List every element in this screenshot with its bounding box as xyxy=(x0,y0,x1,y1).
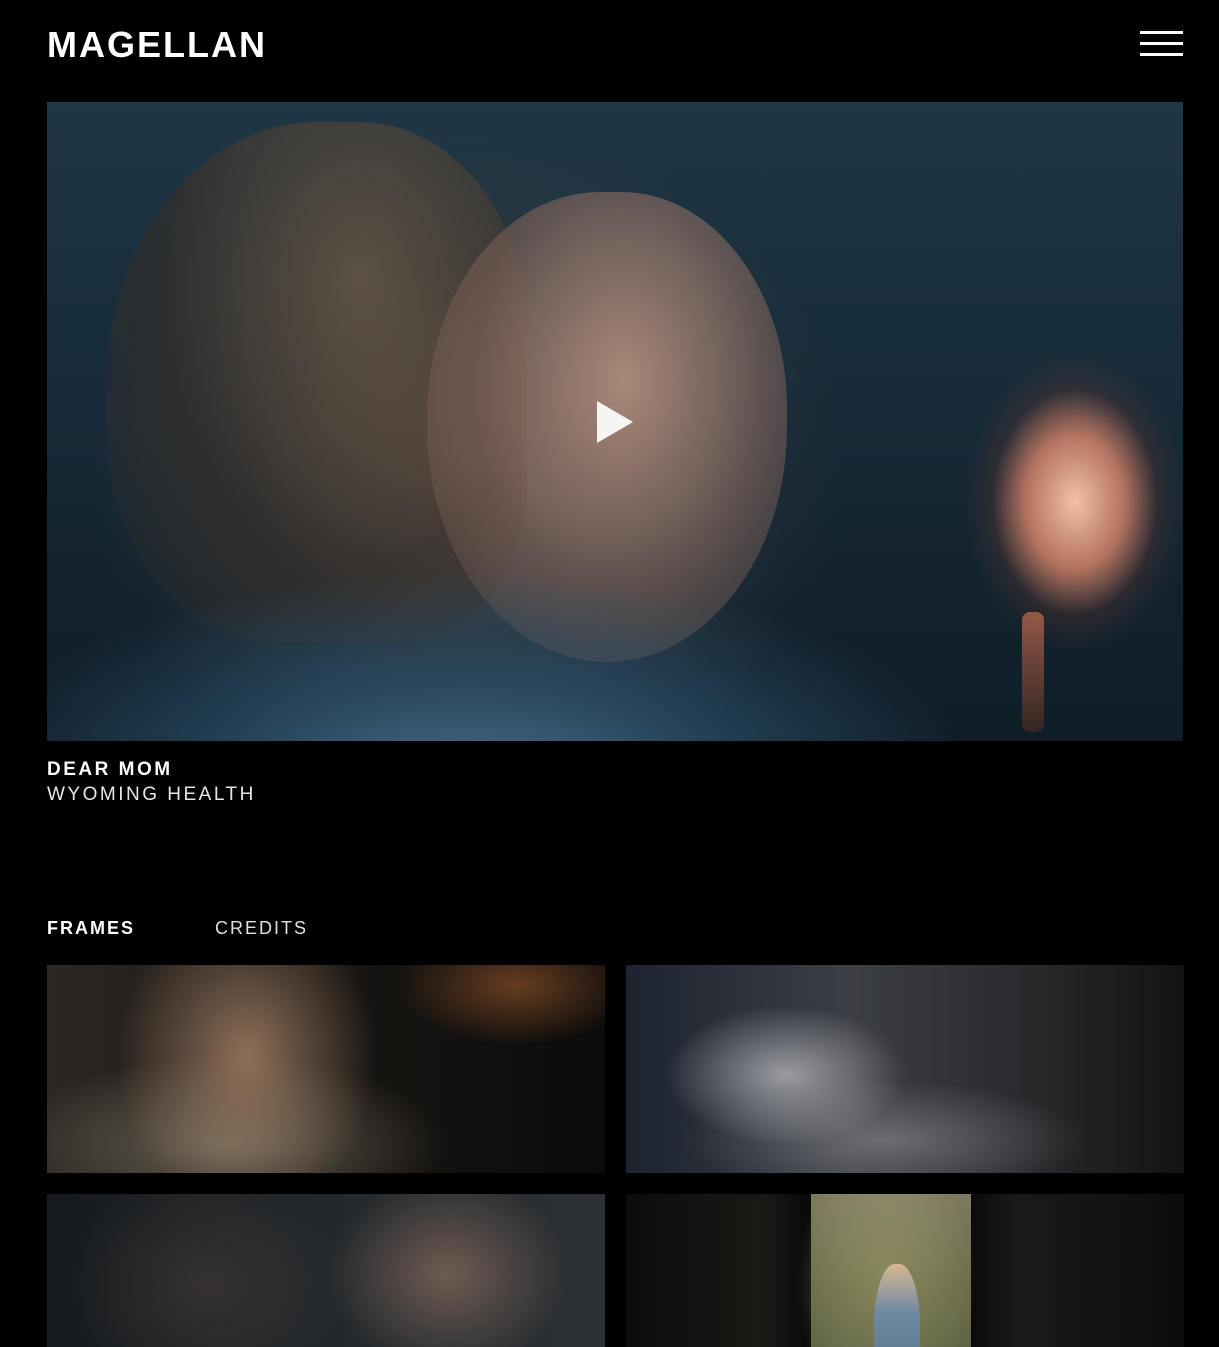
page: MAGELLAN DEAR MOM WYOMING HEALTH FRAMES … xyxy=(0,0,1219,1347)
frame-thumbnail-2[interactable] xyxy=(626,965,1184,1173)
site-logo[interactable]: MAGELLAN xyxy=(47,24,267,66)
tab-frames[interactable]: FRAMES xyxy=(47,916,135,940)
project-client: WYOMING HEALTH xyxy=(47,784,256,805)
play-icon[interactable] xyxy=(597,401,633,443)
frame-thumbnail-3[interactable] xyxy=(47,1194,605,1347)
menu-bar xyxy=(1140,53,1183,56)
menu-bar xyxy=(1140,42,1183,45)
hero-image-jacket xyxy=(47,572,947,741)
tab-credits[interactable]: CREDITS xyxy=(215,916,308,940)
menu-bar xyxy=(1140,31,1183,34)
frame-thumbnail-4[interactable] xyxy=(626,1194,1184,1347)
hero-video[interactable] xyxy=(47,102,1183,741)
frame-thumbnail-1[interactable] xyxy=(47,965,605,1173)
hamburger-menu-icon[interactable] xyxy=(1140,31,1183,59)
project-title: DEAR MOM xyxy=(47,759,173,780)
hero-image-lamp xyxy=(1022,612,1044,732)
